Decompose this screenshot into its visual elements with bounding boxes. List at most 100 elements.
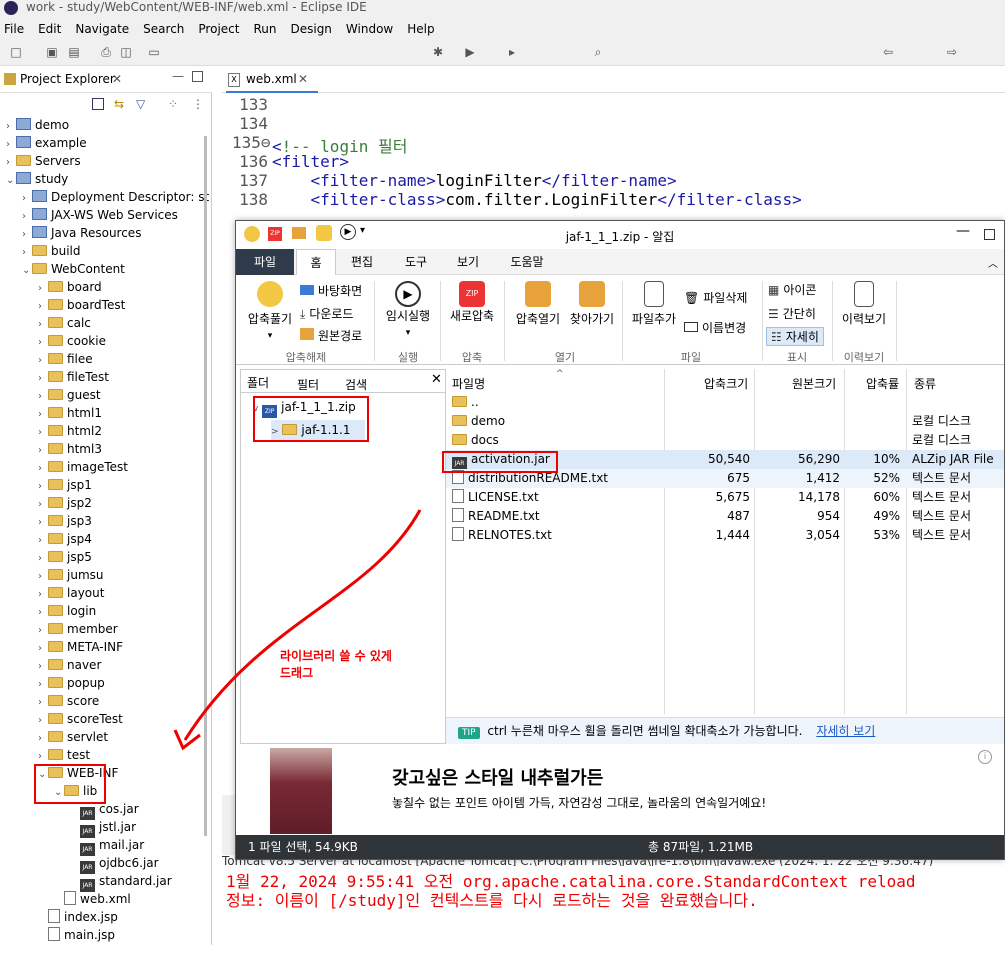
history-button[interactable]: 이력보기 <box>836 281 892 327</box>
tree-item[interactable]: › test <box>38 746 90 764</box>
tab-view[interactable]: 보기 <box>448 249 488 275</box>
tree-item[interactable]: › servlet <box>38 728 108 746</box>
tree-item[interactable]: › boardTest <box>38 296 125 314</box>
tree-item[interactable]: › cookie <box>38 332 106 350</box>
menu-edit[interactable]: Edit <box>38 22 61 36</box>
info-icon[interactable]: i <box>978 750 992 764</box>
tree-item[interactable]: › html1 <box>38 404 102 422</box>
minimize-icon[interactable]: — <box>172 69 184 83</box>
code-line[interactable]: <filter> <box>272 152 349 171</box>
menu-search[interactable]: Search <box>143 22 184 36</box>
ad-banner[interactable]: 갖고싶은 스타일 내추럴가든 놓칠수 없는 포인트 아이템 가득, 자연감성 그… <box>266 748 1004 834</box>
tree-item[interactable]: main.jsp <box>38 926 115 944</box>
minimize-icon[interactable]: — <box>956 223 970 239</box>
tree-item[interactable]: › jsp5 <box>38 548 92 566</box>
tree-item[interactable]: › login <box>38 602 96 620</box>
view-options-icon[interactable]: ⁘ <box>168 97 178 111</box>
tree-item[interactable]: ⌄ WebContent <box>22 260 125 278</box>
tree-item[interactable]: › jsp4 <box>38 530 92 548</box>
tree-item[interactable]: JAR standard.jar <box>70 872 172 892</box>
console-icon[interactable]: ▭ <box>146 44 162 60</box>
tab-file[interactable]: 파일 <box>236 249 294 275</box>
tree-item[interactable]: › score <box>38 692 99 710</box>
tab-help[interactable]: 도움말 <box>502 249 552 275</box>
open-zip-button[interactable]: 압축열기 <box>510 281 566 327</box>
tree-item[interactable]: › scoreTest <box>38 710 123 728</box>
tree-item[interactable]: › build <box>22 242 81 260</box>
tree-item[interactable]: JAR ojdbc6.jar <box>70 854 159 874</box>
maximize-icon[interactable] <box>984 229 995 240</box>
tree-item[interactable]: JAR jstl.jar <box>70 818 136 838</box>
col-packed-header[interactable]: 압축크기 <box>704 375 748 392</box>
tree-item[interactable]: › calc <box>38 314 91 332</box>
run-icon[interactable]: ▶ <box>462 44 478 60</box>
delete-file-button[interactable]: 🗑 파일삭제 <box>684 289 747 306</box>
menu-design[interactable]: Design <box>290 22 331 36</box>
tab-home[interactable]: 홈 <box>296 249 336 275</box>
tree-item[interactable]: › popup <box>38 674 105 692</box>
file-row[interactable]: docs 로컬 디스크 <box>446 431 1004 450</box>
tree-item[interactable]: › JAX-WS Web Services <box>22 206 178 224</box>
link-editor-icon[interactable]: ⇆ <box>114 97 124 111</box>
debug-icon[interactable]: ✱ <box>430 44 446 60</box>
close-icon[interactable]: ✕ <box>112 72 122 86</box>
tab-tools[interactable]: 도구 <box>396 249 436 275</box>
menu-help[interactable]: Help <box>407 22 434 36</box>
open-type-icon[interactable]: ◫ <box>118 44 134 60</box>
collapse-all-icon[interactable] <box>92 98 104 110</box>
menu-navigate[interactable]: Navigate <box>75 22 129 36</box>
file-row[interactable]: RELNOTES.txt 1,444 3,054 53% 텍스트 문서 <box>446 526 1004 545</box>
temp-run-button[interactable]: ▶ 임시실행 ▾ <box>380 281 436 338</box>
tree-item[interactable]: › jsp3 <box>38 512 92 530</box>
tree-item[interactable]: › filee <box>38 350 93 368</box>
icon-view-button[interactable]: ▦ 아이콘 <box>768 281 816 298</box>
menu-window[interactable]: Window <box>346 22 393 36</box>
tree-item[interactable]: › guest <box>38 386 101 404</box>
save-icon[interactable]: ▣ <box>44 44 60 60</box>
save-all-icon[interactable]: ▤ <box>66 44 82 60</box>
tree-item[interactable]: › member <box>38 620 118 638</box>
search-icon[interactable]: ⌕ <box>590 44 606 60</box>
file-row[interactable]: demo 로컬 디스크 <box>446 412 1004 431</box>
code-editor[interactable]: 133 134 135⊖ <!-- login 필터 136 <filter> 137 <f… <box>222 93 1005 223</box>
rename-button[interactable]: 이름변경 <box>684 319 746 336</box>
tab-web-xml[interactable]: X web.xml ✕ <box>226 67 318 93</box>
file-row[interactable]: .. <box>446 393 1004 412</box>
extract-original-path-button[interactable]: 원본경로 <box>300 327 362 344</box>
forward-icon[interactable]: ⇨ <box>944 44 960 60</box>
close-icon[interactable]: ✕ <box>431 372 442 387</box>
add-file-button[interactable]: 파일추가 <box>626 281 682 327</box>
tree-item[interactable]: › META-INF <box>38 638 123 656</box>
external-tools-icon[interactable]: ▸ <box>504 44 520 60</box>
detail-view-button[interactable]: ☷ 자세히 <box>766 327 824 346</box>
tree-item[interactable]: › naver <box>38 656 101 674</box>
new-zip-button[interactable]: ZIP 새로압축 <box>444 281 500 324</box>
tree-item[interactable]: › jsp1 <box>38 476 92 494</box>
menu-run[interactable]: Run <box>253 22 276 36</box>
menu-project[interactable]: Project <box>198 22 239 36</box>
find-button[interactable]: 찾아가기 <box>564 281 620 327</box>
tree-item[interactable]: › html3 <box>38 440 102 458</box>
new-file-icon[interactable]: □ <box>8 44 24 60</box>
left-tab-filter[interactable]: 필터 <box>297 376 319 393</box>
tab-edit[interactable]: 편집 <box>342 249 382 275</box>
ribbon-collapse-icon[interactable]: ︿ <box>988 255 998 270</box>
tree-item[interactable]: › board <box>38 278 102 296</box>
col-size-header[interactable]: 원본크기 <box>792 375 836 392</box>
back-icon[interactable]: ⇦ <box>880 44 896 60</box>
tree-item[interactable]: › html2 <box>38 422 102 440</box>
tree-item[interactable]: › Deployment Descriptor: st <box>22 188 209 206</box>
chevron-down-icon[interactable]: ⌄ <box>22 262 32 280</box>
tree-item[interactable]: › fileTest <box>38 368 109 386</box>
filter-icon[interactable]: ▽ <box>136 97 145 111</box>
tree-item[interactable]: › Java Resources <box>22 224 141 242</box>
tree-item[interactable]: › Servers <box>6 152 81 170</box>
col-name-header[interactable]: 파일명 <box>452 375 485 392</box>
tree-item[interactable]: JAR mail.jar <box>70 836 144 856</box>
maximize-icon[interactable] <box>192 71 203 82</box>
tree-item[interactable]: › example <box>6 134 87 152</box>
tree-item[interactable]: › layout <box>38 584 104 602</box>
extract-downloads-button[interactable]: ⤓ 다운로드 <box>300 305 353 322</box>
simple-view-button[interactable]: ☰ 간단히 <box>768 305 816 322</box>
file-row[interactable]: LICENSE.txt 5,675 14,178 60% 텍스트 문서 <box>446 488 1004 507</box>
